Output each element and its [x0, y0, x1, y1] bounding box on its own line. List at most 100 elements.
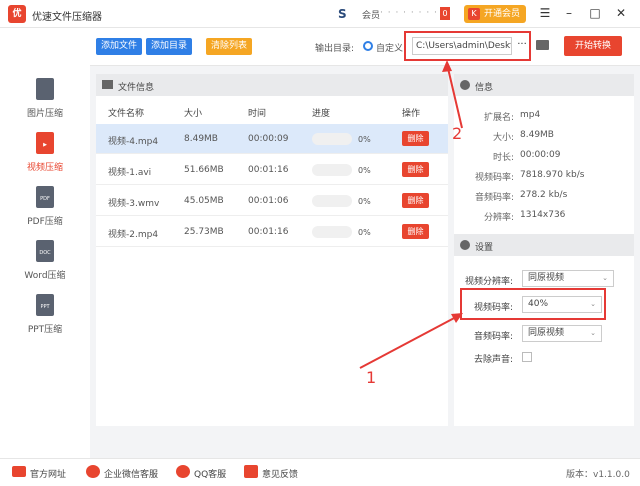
doc-file-icon: DOC	[36, 240, 54, 262]
annotation-label-2: 2	[452, 124, 463, 143]
file-time: 00:01:06	[248, 196, 289, 206]
qq-icon	[176, 465, 190, 478]
menu-icon[interactable]: ☰	[538, 6, 552, 20]
delete-button[interactable]: 删除	[402, 224, 429, 239]
settings-header: 设置	[454, 234, 634, 256]
vip-button[interactable]: K 开通会员	[464, 5, 526, 23]
sidebar-item-pdf[interactable]: PDF PDF压缩	[0, 186, 90, 240]
close-icon[interactable]: ✕	[614, 6, 628, 20]
clear-list-button[interactable]: 清除列表	[206, 38, 252, 55]
settings-title: 设置	[475, 243, 494, 253]
info-key: 时长:	[492, 153, 514, 163]
mute-label: 去除声音:	[473, 355, 513, 365]
file-size: 45.05MB	[184, 196, 224, 206]
audio-label: 音频码率:	[473, 332, 513, 342]
table-row[interactable]: 视频-4.mp4 8.49MB 00:00:09 0% 删除	[96, 124, 448, 154]
wechat-service-link[interactable]: 企业微信客服	[104, 467, 158, 480]
table-row[interactable]: 视频-1.avi 51.66MB 00:01:16 0% 删除	[96, 155, 448, 185]
member-label[interactable]: 会员	[362, 8, 380, 21]
progress-bar	[312, 195, 352, 207]
right-panel: 信息 扩展名: mp4 大小: 8.49MB 时长: 00:00:09 视频码率…	[454, 74, 634, 426]
sidebar-item-image[interactable]: 图片压缩	[0, 78, 90, 132]
file-name: 视频-4.mp4	[108, 137, 159, 147]
member-account: · · · · · · · · ·	[380, 8, 446, 18]
custom-dir-radio[interactable]	[363, 41, 373, 51]
sidebar: 图片压缩 ▶ 视频压缩 PDF PDF压缩 DOC Word压缩 PPT PPT…	[0, 28, 90, 458]
file-size: 8.49MB	[184, 134, 218, 144]
feedback-icon	[244, 465, 258, 478]
progress-text: 0%	[358, 228, 371, 237]
delete-button[interactable]: 删除	[402, 131, 429, 146]
chevron-down-icon: ⌄	[590, 329, 596, 337]
title-bar: 优 优速文件压缩器 S 会员 · · · · · · · · · 0 K 开通会…	[0, 0, 640, 28]
resolution-select[interactable]: 同原视频 ⌄	[522, 270, 614, 287]
feedback-link[interactable]: 意见反馈	[262, 467, 298, 480]
status-bar: 官方网址 企业微信客服 QQ客服 意见反馈 版本：v1.1.0.0	[0, 458, 640, 486]
video-file-icon: ▶	[36, 132, 54, 154]
folder-icon[interactable]	[536, 40, 549, 50]
audio-value: 同原视频	[528, 328, 565, 338]
qq-service-link[interactable]: QQ客服	[194, 467, 226, 480]
member-s-icon[interactable]: S	[338, 7, 356, 21]
col-action: 操作	[402, 109, 421, 119]
highlight-bitrate	[460, 288, 606, 320]
col-time: 时间	[248, 109, 267, 119]
vip-label: 开通会员	[484, 9, 521, 19]
info-value: 00:00:09	[520, 150, 561, 160]
website-link[interactable]: 官方网址	[30, 467, 66, 480]
notification-badge: 0	[440, 7, 450, 20]
add-folder-button[interactable]: 添加目录	[146, 38, 192, 55]
image-file-icon	[36, 78, 54, 100]
info-key: 视频码率:	[474, 173, 514, 183]
sidebar-item-video[interactable]: ▶ 视频压缩	[0, 132, 90, 186]
wechat-icon	[86, 465, 100, 478]
delete-button[interactable]: 删除	[402, 193, 429, 208]
info-title: 信息	[475, 83, 494, 93]
file-time: 00:01:16	[248, 227, 289, 237]
highlight-output-path	[404, 31, 531, 61]
mute-checkbox[interactable]	[522, 352, 532, 362]
minimize-icon[interactable]: –	[562, 6, 576, 20]
file-size: 51.66MB	[184, 165, 224, 175]
file-size: 25.73MB	[184, 227, 224, 237]
progress-text: 0%	[358, 135, 371, 144]
col-progress: 进度	[312, 109, 331, 119]
sidebar-item-ppt[interactable]: PPT PPT压缩	[0, 294, 90, 348]
delete-button[interactable]: 删除	[402, 162, 429, 177]
info-value: mp4	[520, 110, 541, 120]
gear-icon	[460, 240, 470, 250]
info-value: 278.2 kb/s	[520, 190, 568, 200]
add-file-button[interactable]: 添加文件	[96, 38, 142, 55]
col-size: 大小	[184, 109, 203, 119]
pdf-file-icon: PDF	[36, 186, 54, 208]
audio-select[interactable]: 同原视频 ⌄	[522, 325, 602, 342]
maximize-icon[interactable]: □	[588, 6, 602, 20]
app-title: 优速文件压缩器	[32, 12, 102, 23]
file-panel-title: 文件信息	[118, 83, 155, 93]
sidebar-item-label: PDF压缩	[27, 217, 63, 227]
start-convert-button[interactable]: 开始转换	[564, 36, 622, 56]
sidebar-item-word[interactable]: DOC Word压缩	[0, 240, 90, 294]
table-row[interactable]: 视频-3.wmv 45.05MB 00:01:06 0% 删除	[96, 186, 448, 216]
info-key: 扩展名:	[483, 113, 514, 123]
table-row[interactable]: 视频-2.mp4 25.73MB 00:01:16 0% 删除	[96, 217, 448, 247]
progress-text: 0%	[358, 166, 371, 175]
progress-text: 0%	[358, 197, 371, 206]
progress-bar	[312, 133, 352, 145]
output-dir-label: 输出目录:	[315, 44, 355, 54]
website-icon	[12, 466, 26, 477]
info-value: 8.49MB	[520, 130, 554, 140]
sidebar-item-label: 图片压缩	[26, 109, 63, 119]
resolution-label: 视频分辨率:	[464, 277, 513, 287]
progress-bar	[312, 164, 352, 176]
image-icon	[102, 80, 113, 89]
info-value: 7818.970 kb/s	[520, 170, 585, 180]
file-name: 视频-3.wmv	[108, 199, 160, 209]
info-key: 大小:	[492, 133, 514, 143]
file-name: 视频-2.mp4	[108, 230, 159, 240]
sidebar-item-label: 视频压缩	[26, 163, 63, 173]
col-name: 文件名称	[108, 109, 145, 119]
file-list-panel: 文件信息 文件名称 大小 时间 进度 操作 视频-4.mp4 8.49MB 00…	[96, 74, 448, 426]
info-header: 信息	[454, 74, 634, 96]
info-key: 音频码率:	[474, 193, 514, 203]
